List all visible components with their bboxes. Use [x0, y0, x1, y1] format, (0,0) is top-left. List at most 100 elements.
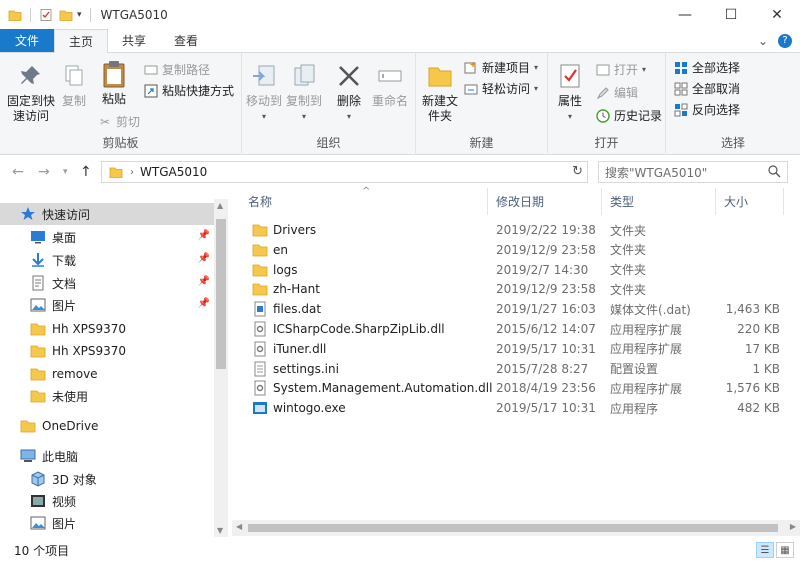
file-row[interactable]: en 2019/12/9 23:58 文件夹 — [232, 240, 790, 260]
file-date: 2015/6/12 14:07 — [496, 322, 596, 336]
copy-button[interactable]: 复制 — [58, 61, 90, 109]
open-button[interactable]: 打开 ▾ — [596, 61, 646, 78]
refresh-icon[interactable]: ↻ — [572, 164, 583, 179]
scroll-right-icon[interactable]: ▶ — [790, 522, 796, 531]
scroll-up-icon[interactable]: ▲ — [217, 201, 223, 210]
move-to-button[interactable]: 移动到 ▾ — [246, 61, 282, 124]
nav-scrollbar[interactable]: ▲ ▼ — [214, 199, 228, 537]
rename-button[interactable]: 重命名 — [370, 61, 410, 109]
forward-arrow-icon[interactable]: → — [38, 164, 50, 180]
sidebar-item[interactable]: 桌面 📌 — [0, 226, 214, 248]
scrollbar-thumb[interactable] — [248, 524, 778, 532]
tab-home[interactable]: 主页 — [54, 29, 109, 53]
file-row[interactable]: ICSharpCode.SharpZipLib.dll 2015/6/12 14:… — [232, 319, 790, 339]
scroll-left-icon[interactable]: ◀ — [236, 522, 242, 531]
history-button[interactable]: 历史记录 — [596, 107, 662, 124]
file-row[interactable]: System.Management.Automation.dll 2018/4/1… — [232, 378, 790, 398]
sidebar-item[interactable]: 快速访问 — [0, 203, 214, 225]
search-icon[interactable] — [768, 165, 781, 181]
sidebar-item[interactable]: 未使用 — [0, 385, 214, 407]
cut-button[interactable]: ✂ 剪切 — [98, 113, 140, 130]
select-all-button[interactable]: 全部选择 — [674, 59, 740, 76]
copy-to-button[interactable]: 复制到 ▾ — [286, 61, 322, 124]
tab-share[interactable]: 共享 — [108, 29, 160, 52]
file-row[interactable]: zh-Hant 2019/12/9 23:58 文件夹 — [232, 279, 790, 299]
column-name[interactable]: 名称 — [232, 188, 488, 215]
sidebar-item-label: 文档 — [52, 276, 77, 291]
file-name-cell: settings.ini — [232, 361, 488, 377]
easy-access-icon — [464, 82, 478, 96]
horizontal-scrollbar[interactable]: ◀ ▶ — [232, 520, 800, 536]
new-folder-icon[interactable] — [59, 8, 73, 22]
easy-access-button[interactable]: 轻松访问 ▾ — [464, 80, 538, 97]
customize-toolbar-dropdown-icon[interactable]: ▾ — [77, 10, 82, 20]
select-none-button[interactable]: 全部取消 — [674, 80, 740, 97]
folder-icon — [252, 242, 268, 258]
pin-quick-access-button[interactable]: 固定到快速访问 — [6, 61, 56, 124]
details-view-button[interactable]: ☰ — [756, 542, 774, 558]
breadcrumb-current[interactable]: WTGA5010 — [140, 165, 207, 179]
properties-button[interactable]: 属性 ▾ — [554, 61, 586, 124]
help-icon[interactable]: ? — [778, 34, 792, 48]
file-row[interactable]: files.dat 2019/1/27 16:03 媒体文件(.dat) 1,463 … — [232, 299, 790, 319]
sidebar-item[interactable]: 图片 — [0, 512, 214, 534]
file-type: 应用程序扩展 — [610, 381, 683, 396]
minimize-button[interactable]: — — [662, 0, 708, 30]
properties-icon[interactable] — [39, 8, 53, 22]
file-row[interactable]: settings.ini 2015/7/28 8:27 配置设置 1 KB — [232, 359, 790, 379]
paste-shortcut-button[interactable]: 粘贴快捷方式 — [144, 82, 234, 99]
back-arrow-icon[interactable]: ← — [12, 164, 24, 180]
sidebar-item[interactable]: remove — [0, 363, 214, 385]
sidebar-item[interactable]: 图片 📌 — [0, 294, 214, 316]
file-row[interactable]: Drivers 2019/2/22 19:38 文件夹 — [232, 220, 790, 240]
pin-icon[interactable]: 📌 — [198, 276, 210, 287]
close-button[interactable]: ✕ — [754, 0, 800, 30]
file-row[interactable]: wintogo.exe 2019/5/17 10:31 应用程序 482 KB — [232, 398, 790, 418]
column-size[interactable]: 大小 — [716, 188, 784, 215]
quick-access-toolbar: ▾ — [0, 8, 93, 22]
sidebar-item[interactable]: Hh XPS9370 — [0, 340, 214, 362]
tab-file[interactable]: 文件 — [0, 29, 55, 52]
search-input[interactable]: 搜索"WTGA5010" — [598, 161, 788, 183]
new-item-button[interactable]: 新建项目 ▾ — [464, 59, 538, 76]
large-icons-view-button[interactable]: ▦ — [776, 542, 794, 558]
file-name-cell: files.dat — [232, 301, 488, 317]
delete-icon — [334, 61, 364, 91]
sidebar-item[interactable]: OneDrive — [0, 415, 214, 437]
file-row[interactable]: iTuner.dll 2019/5/17 10:31 应用程序扩展 17 KB — [232, 339, 790, 359]
column-type[interactable]: 类型 — [602, 188, 716, 215]
sidebar-item[interactable]: 视频 — [0, 490, 214, 512]
sidebar-item[interactable]: 下载 📌 — [0, 249, 214, 271]
file-date: 2018/4/19 23:56 — [496, 381, 596, 396]
copy-to-dropdown-icon: ▾ — [301, 112, 306, 121]
copy-path-button[interactable]: 复制路径 — [144, 61, 210, 78]
new-folder-button[interactable]: 新建文件夹 — [420, 61, 460, 124]
paste-button[interactable]: 粘贴 — [96, 59, 132, 107]
file-size: 220 KB — [737, 322, 780, 336]
sidebar-item[interactable]: 3D 对象 — [0, 468, 214, 490]
rename-icon — [375, 61, 405, 91]
invert-selection-button[interactable]: 反向选择 — [674, 101, 740, 118]
pin-icon[interactable]: 📌 — [198, 230, 210, 241]
up-arrow-icon[interactable]: ↑ — [80, 164, 92, 180]
scrollbar-thumb[interactable] — [216, 219, 226, 369]
file-size: 17 KB — [744, 341, 780, 356]
tab-view[interactable]: 查看 — [160, 29, 212, 52]
pin-icon[interactable]: 📌 — [198, 298, 210, 309]
delete-button[interactable]: 删除 ▾ — [334, 61, 364, 124]
collapse-ribbon-icon[interactable]: ⌄ — [758, 34, 768, 48]
sidebar-item[interactable]: Hh XPS9370 — [0, 318, 214, 340]
file-size: 482 KB — [737, 401, 780, 416]
scroll-down-icon[interactable]: ▼ — [217, 526, 223, 535]
maximize-button[interactable]: ☐ — [708, 0, 754, 30]
file-row[interactable]: logs 2019/2/7 14:30 文件夹 — [232, 260, 790, 280]
search-placeholder: 搜索"WTGA5010" — [605, 165, 708, 180]
sidebar-item[interactable]: 此电脑 — [0, 445, 214, 467]
recent-locations-dropdown-icon[interactable]: ▾ — [63, 167, 68, 177]
column-date[interactable]: 修改日期 — [488, 188, 602, 215]
edit-button[interactable]: 编辑 — [596, 84, 638, 101]
address-bar[interactable]: › WTGA5010 ↻ — [101, 161, 588, 183]
breadcrumb-chevron-icon[interactable]: › — [130, 167, 134, 178]
pin-icon[interactable]: 📌 — [198, 253, 210, 264]
sidebar-item[interactable]: 文档 📌 — [0, 272, 214, 294]
